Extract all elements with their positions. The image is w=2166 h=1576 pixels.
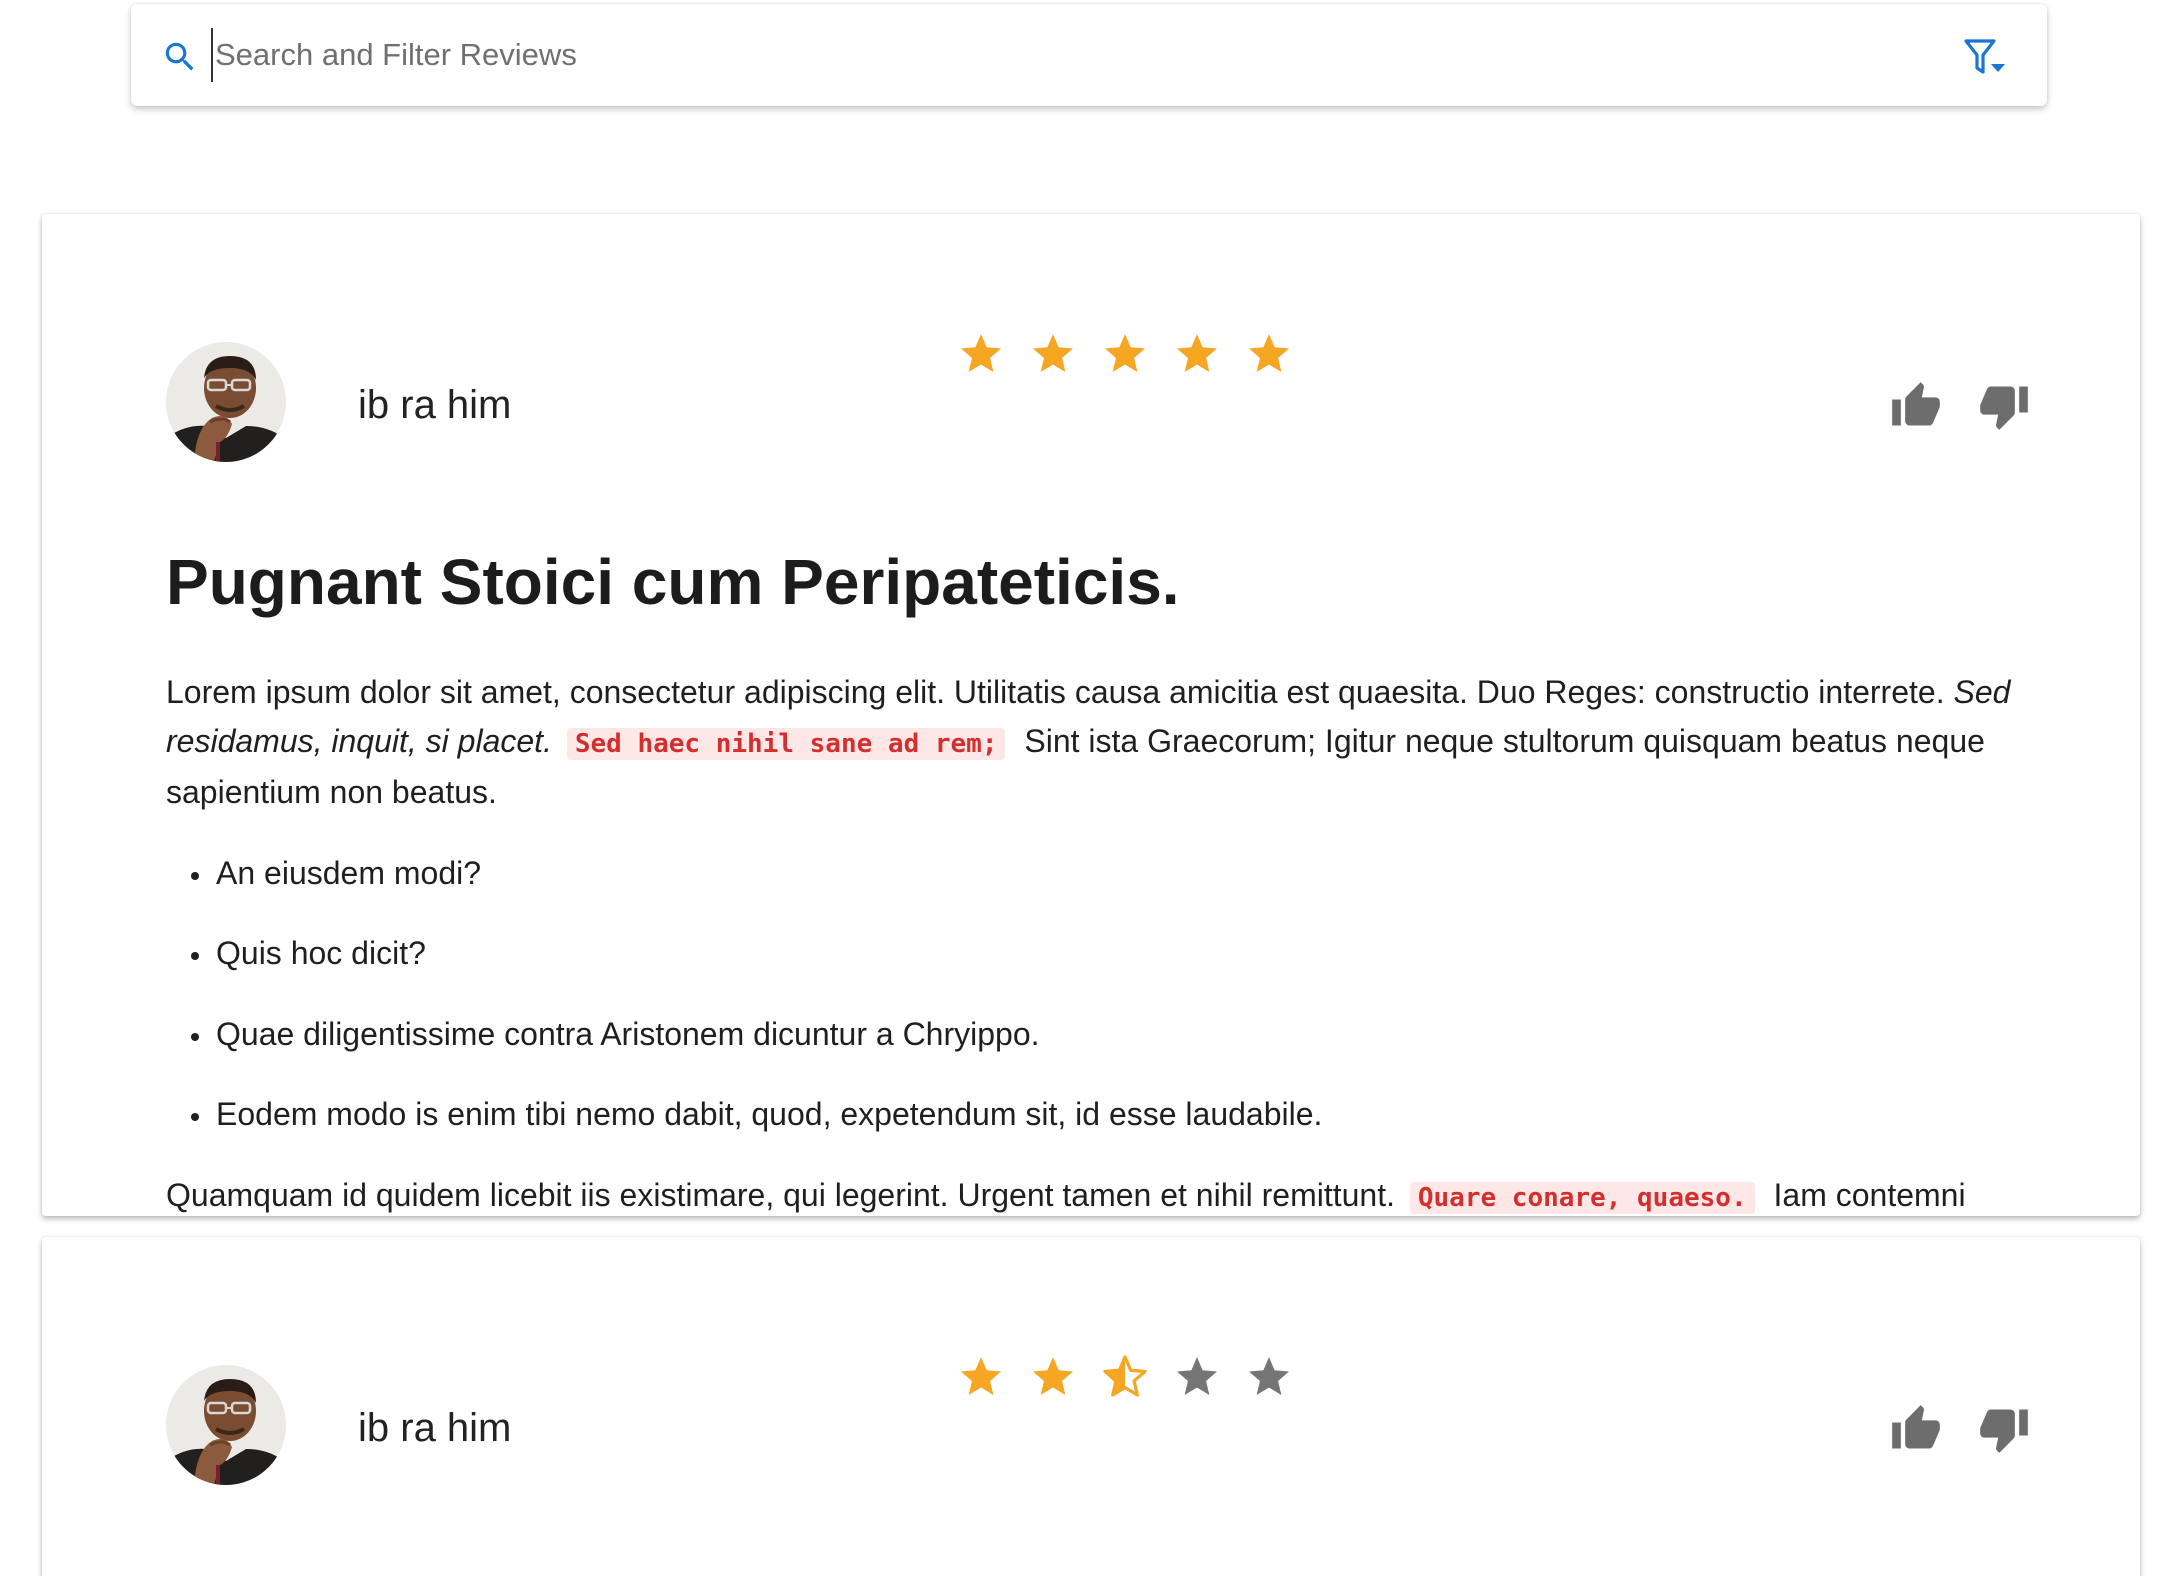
inline-code: Sed haec nihil sane ad rem;: [566, 727, 1006, 760]
star-filled-icon: [961, 1357, 1001, 1395]
review-body: Lorem ipsum dolor sit amet, consectetur …: [166, 668, 2046, 1216]
thumb-up-icon[interactable]: [1890, 380, 1942, 432]
avatar[interactable]: [166, 1365, 286, 1485]
review-author-name[interactable]: ib ra him: [358, 382, 511, 428]
filter-menu-icon[interactable]: [1963, 38, 2009, 78]
thumb-down-icon[interactable]: [1978, 1403, 2030, 1455]
review-author-name[interactable]: ib ra him: [358, 1405, 511, 1451]
star-empty-icon: [1177, 1357, 1217, 1395]
list-item: Eodem modo is enim tibi nemo dabit, quod…: [214, 1090, 2046, 1139]
star-filled-icon: [1249, 334, 1289, 372]
star-filled-icon: [1033, 334, 1073, 372]
review-paragraph: Lorem ipsum dolor sit amet, consectetur …: [166, 668, 2046, 817]
thumb-up-icon[interactable]: [1890, 1403, 1942, 1455]
star-filled-icon: [1177, 334, 1217, 372]
thumb-down-icon[interactable]: [1978, 380, 2030, 432]
star-filled-icon: [1033, 1357, 1073, 1395]
search-input[interactable]: [211, 28, 1895, 82]
review-title: Pugnant Stoici cum Peripateticis.: [166, 546, 1180, 618]
star-empty-icon: [1249, 1357, 1289, 1395]
review-card: ib ra him Pugnant Stoici cum Peripatetic…: [42, 214, 2140, 1216]
list-item: Quis hoc dicit?: [214, 929, 2046, 978]
star-rating: [956, 330, 1294, 378]
review-bullet-list: An eiusdem modi? Quis hoc dicit? Quae di…: [166, 849, 2046, 1139]
paragraph-text: Quamquam id quidem licebit iis existimar…: [166, 1176, 1395, 1213]
search-icon[interactable]: [161, 38, 199, 76]
search-bar: [131, 4, 2047, 106]
star-filled-icon: [1105, 334, 1145, 372]
star-rating: [956, 1353, 1294, 1401]
reviews-page: ib ra him Pugnant Stoici cum Peripatetic…: [0, 0, 2166, 1576]
review-paragraph: Quamquam id quidem licebit iis existimar…: [166, 1171, 2046, 1217]
inline-code: Quare conare, quaeso.: [1409, 1181, 1755, 1214]
paragraph-text: Iam contemni: [1773, 1176, 1966, 1213]
star-filled-icon: [961, 334, 1001, 372]
list-item: Quae diligentissime contra Aristonem dic…: [214, 1010, 2046, 1059]
paragraph-text: Lorem ipsum dolor sit amet, consectetur …: [166, 674, 1954, 710]
list-item: An eiusdem modi?: [214, 849, 2046, 898]
star-half-icon: [1103, 1355, 1147, 1397]
avatar[interactable]: [166, 342, 286, 462]
review-card: ib ra him: [42, 1237, 2140, 1576]
